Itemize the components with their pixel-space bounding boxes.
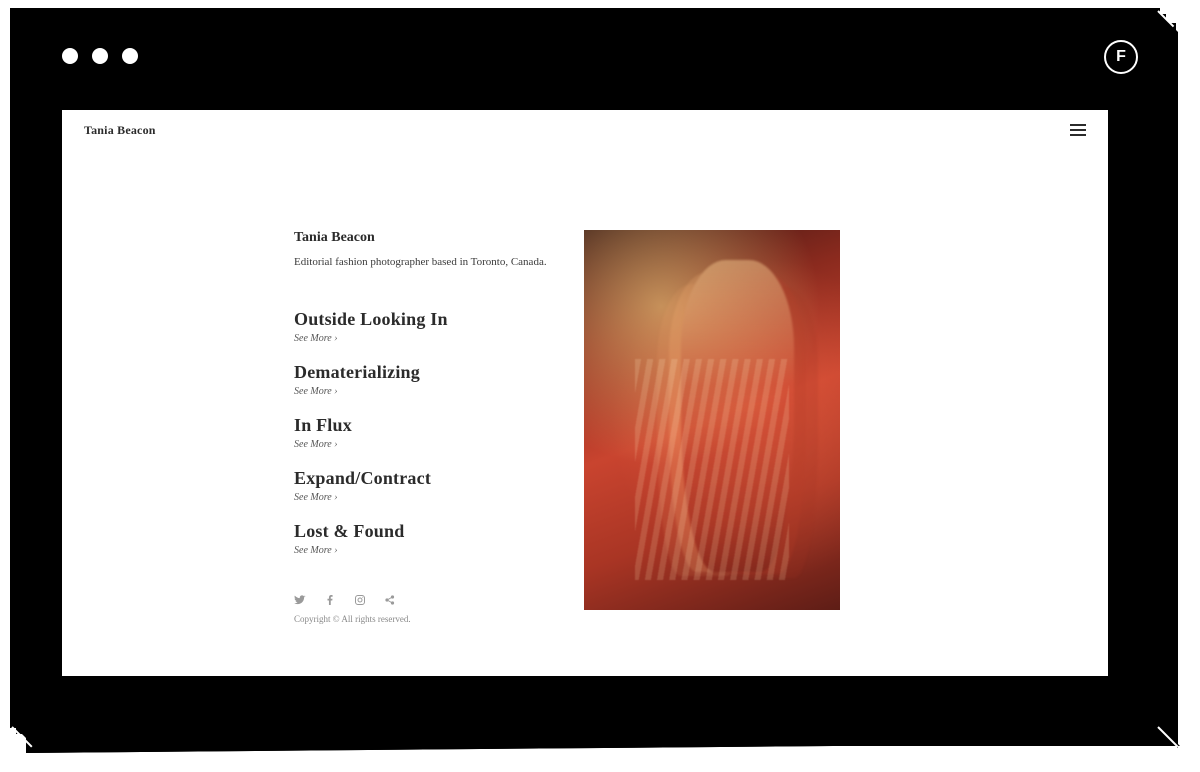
hamburger-icon xyxy=(1070,129,1086,131)
project-list: Outside Looking In See More › Dematerial… xyxy=(294,309,554,556)
project-title[interactable]: Dematerializing xyxy=(294,362,554,383)
see-more-link[interactable]: See More › xyxy=(294,333,554,344)
project-title[interactable]: Outside Looking In xyxy=(294,309,554,330)
project-item: Dematerializing See More › xyxy=(294,362,554,397)
see-more-link[interactable]: See More › xyxy=(294,492,554,503)
social-links xyxy=(294,594,554,606)
window-dot[interactable] xyxy=(92,48,108,64)
intro-name: Tania Beacon xyxy=(294,230,554,246)
share-icon[interactable] xyxy=(384,594,396,606)
see-more-link[interactable]: See More › xyxy=(294,545,554,556)
menu-button[interactable] xyxy=(1070,124,1086,136)
copyright-text: Copyright © All rights reserved. xyxy=(294,614,554,624)
device-frame: F Tania Beacon Tania Beacon Editorial fa… xyxy=(0,0,1200,772)
project-title[interactable]: In Flux xyxy=(294,415,554,436)
site-header: Tania Beacon xyxy=(62,110,1108,150)
format-badge[interactable]: F xyxy=(1104,40,1138,74)
window-dot[interactable] xyxy=(62,48,78,64)
project-title[interactable]: Expand/Contract xyxy=(294,468,554,489)
window-dot[interactable] xyxy=(122,48,138,64)
project-item: Outside Looking In See More › xyxy=(294,309,554,344)
project-item: Lost & Found See More › xyxy=(294,521,554,556)
instagram-icon[interactable] xyxy=(354,594,366,606)
intro-tagline: Editorial fashion photographer based in … xyxy=(294,254,554,271)
text-column: Tania Beacon Editorial fashion photograp… xyxy=(294,230,554,676)
site-viewport: Tania Beacon Tania Beacon Editorial fash… xyxy=(62,110,1108,676)
see-more-link[interactable]: See More › xyxy=(294,386,554,397)
frame-edge-right xyxy=(1158,12,1178,748)
facebook-icon[interactable] xyxy=(324,594,336,606)
project-item: In Flux See More › xyxy=(294,415,554,450)
hamburger-icon xyxy=(1070,124,1086,126)
project-item: Expand/Contract See More › xyxy=(294,468,554,503)
format-badge-letter: F xyxy=(1116,49,1126,65)
window-controls xyxy=(62,48,138,64)
main-content: Tania Beacon Editorial fashion photograp… xyxy=(62,150,1108,676)
hero-image xyxy=(584,230,840,610)
see-more-link[interactable]: See More › xyxy=(294,439,554,450)
frame-edge-bottom xyxy=(14,726,1180,746)
twitter-icon[interactable] xyxy=(294,594,306,606)
project-title[interactable]: Lost & Found xyxy=(294,521,554,542)
image-column xyxy=(584,230,844,676)
hamburger-icon xyxy=(1070,134,1086,136)
site-brand[interactable]: Tania Beacon xyxy=(84,123,156,138)
